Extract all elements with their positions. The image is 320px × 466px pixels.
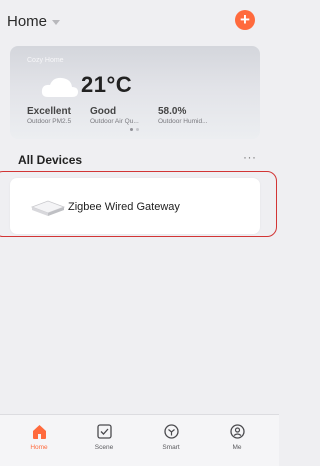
caret-down-icon xyxy=(52,20,61,25)
tab-label: Scene xyxy=(94,444,114,451)
page-dot-active xyxy=(130,128,133,131)
home-selector[interactable]: Home xyxy=(7,13,61,30)
metric-value: Good xyxy=(90,106,117,117)
home-name: Cozy Home xyxy=(27,57,64,64)
cloud-icon xyxy=(41,77,78,97)
tab-label: Home xyxy=(30,444,48,451)
metric-label: Outdoor Humid... xyxy=(158,118,208,125)
weather-card[interactable]: Cozy Home 21°C Excellent Outdoor PM2.5 G… xyxy=(10,46,260,139)
device-name: Zigbee Wired Gateway xyxy=(68,201,180,213)
metric-pm25: Excellent Outdoor PM2.5 xyxy=(27,106,71,125)
metric-value: Excellent xyxy=(27,106,71,117)
scene-icon xyxy=(96,424,112,439)
device-card[interactable]: Zigbee Wired Gateway xyxy=(10,178,260,234)
metric-humidity: 58.0% Outdoor Humid... xyxy=(158,106,208,125)
tab-me[interactable]: Me xyxy=(217,423,257,451)
metric-air-quality: Good Outdoor Air Qu... xyxy=(90,106,139,125)
tab-smart[interactable]: Smart xyxy=(151,423,191,451)
plus-icon: + xyxy=(240,10,250,29)
home-title: Home xyxy=(7,13,48,30)
bottom-tab-bar: Home Scene Smart Me xyxy=(0,414,279,466)
profile-icon xyxy=(229,424,245,439)
add-button[interactable]: + xyxy=(235,10,255,30)
tab-label: Smart xyxy=(162,444,180,451)
page-dot xyxy=(136,128,139,131)
metric-value: 58.0% xyxy=(158,106,187,117)
home-icon xyxy=(32,425,46,439)
gateway-icon xyxy=(30,200,66,216)
section-title: All Devices xyxy=(18,153,83,167)
more-icon[interactable]: ··· xyxy=(243,150,257,164)
smart-icon xyxy=(163,424,179,439)
metric-label: Outdoor Air Qu... xyxy=(90,118,139,125)
tab-label: Me xyxy=(232,444,242,451)
temperature: 21°C xyxy=(81,72,133,97)
metric-label: Outdoor PM2.5 xyxy=(27,118,72,125)
top-header: Home + xyxy=(0,0,279,40)
page-indicator[interactable] xyxy=(130,128,139,131)
tab-home[interactable]: Home xyxy=(19,423,59,451)
tab-scene[interactable]: Scene xyxy=(84,423,124,451)
